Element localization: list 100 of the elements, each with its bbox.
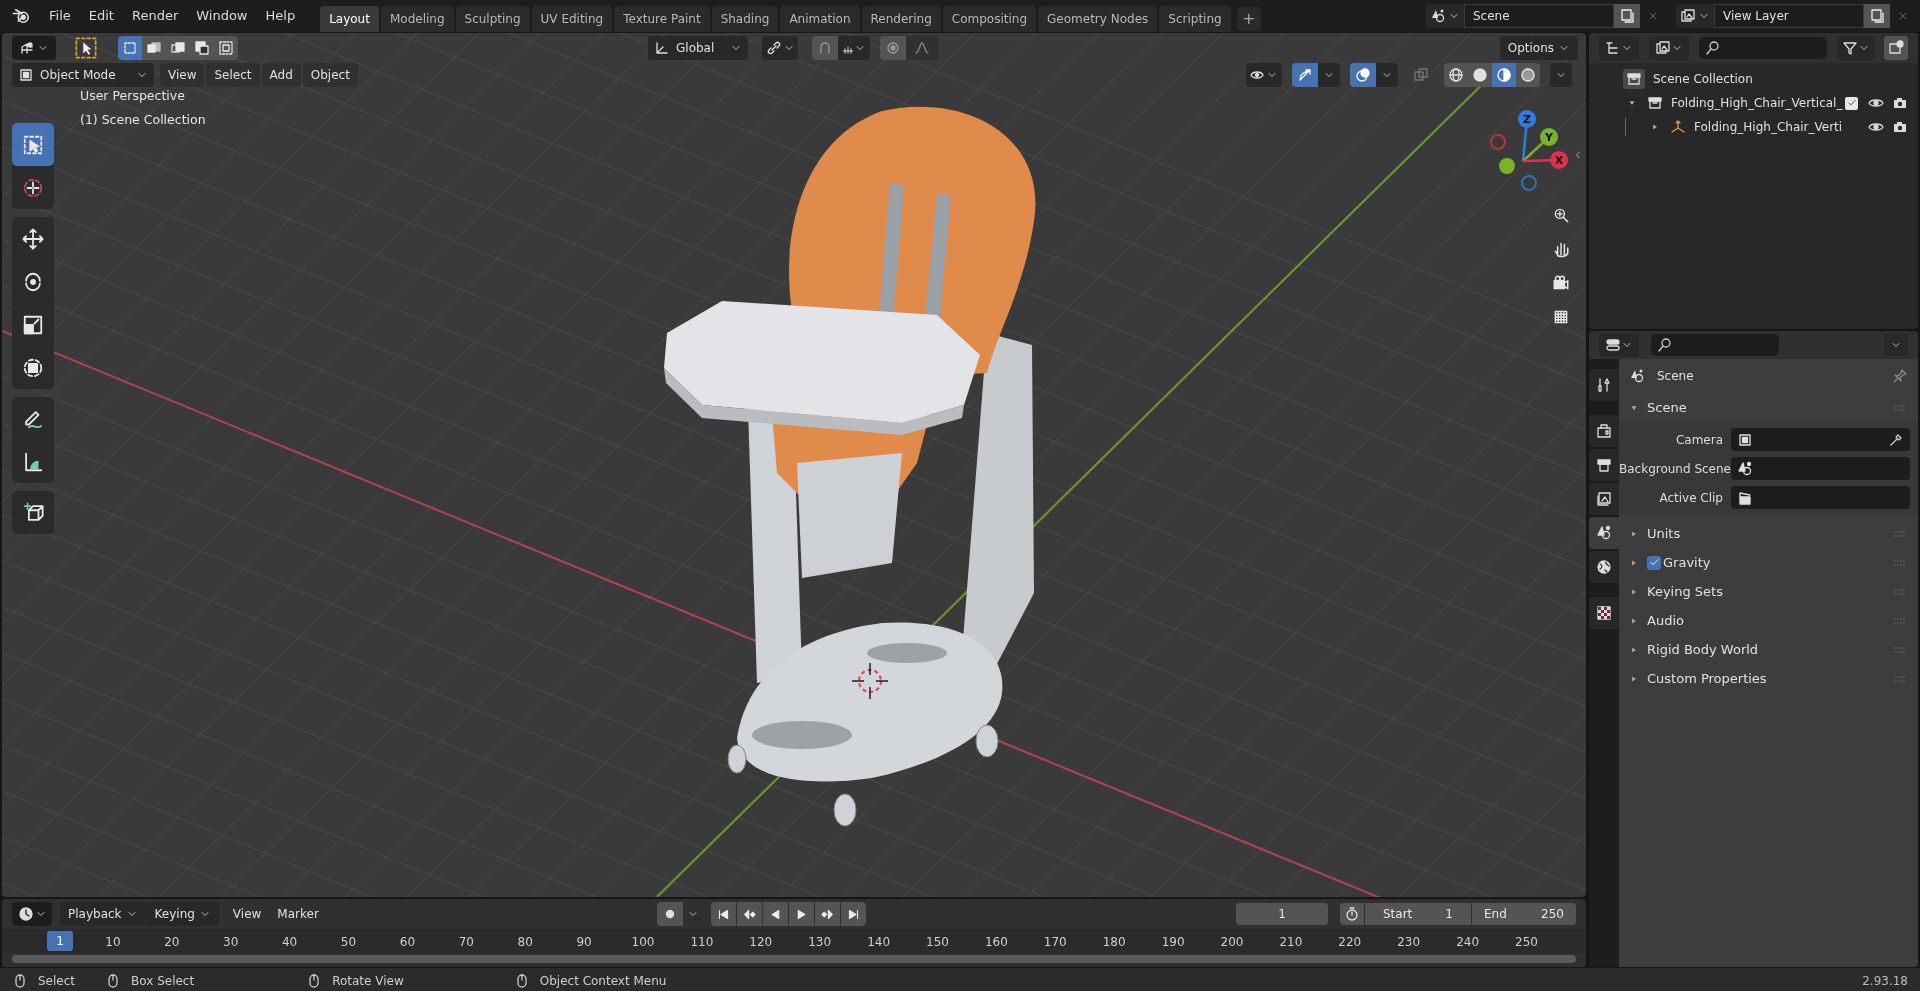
menu-item[interactable]: Window [187, 4, 257, 28]
workspace-tab[interactable]: Rendering [861, 6, 941, 32]
overlays-dropdown[interactable] [1376, 63, 1398, 87]
playback-button[interactable] [710, 902, 736, 926]
playback-button[interactable] [736, 902, 762, 926]
mode-dropdown[interactable]: Object Mode [12, 63, 154, 87]
start-frame-field[interactable]: Start 1 [1365, 903, 1471, 925]
timeline-dropdown[interactable]: Playback [60, 902, 146, 926]
shading-mode-button[interactable] [1444, 63, 1468, 87]
view-layer-browse-button[interactable] [1676, 4, 1714, 28]
panel-header[interactable]: Scene [1619, 393, 1918, 422]
navigation-gizmo[interactable]: Z Y X [1490, 110, 1568, 191]
panel-header[interactable]: Custom Properties [1619, 664, 1918, 693]
proportional-edit-toggle[interactable] [880, 36, 906, 60]
editor-type-button[interactable] [1599, 333, 1639, 357]
new-collection-button[interactable] [1884, 36, 1908, 60]
playback-button[interactable] [762, 902, 788, 926]
playback-button[interactable] [814, 902, 840, 926]
scene-field[interactable] [1731, 457, 1910, 480]
gizmos-dropdown[interactable] [1318, 63, 1340, 87]
snap-toggle[interactable] [812, 36, 838, 60]
panel-header[interactable]: Rigid Body World [1619, 635, 1918, 664]
properties-tab[interactable] [1589, 551, 1619, 583]
workspace-tab[interactable]: Modeling [380, 6, 454, 32]
search-field[interactable] [1699, 37, 1827, 59]
workspace-tab[interactable]: Scripting [1159, 6, 1231, 32]
display-mode-dropdown[interactable] [1649, 36, 1689, 60]
view-layer-name-field[interactable]: View Layer [1714, 4, 1864, 28]
panel-header[interactable]: Units [1619, 519, 1918, 548]
workspace-tab[interactable]: UV Editing [531, 6, 613, 32]
timeline-dropdown[interactable]: Keying [146, 902, 219, 926]
menu-item[interactable]: Edit [79, 4, 123, 28]
viewport-menu[interactable]: Object [302, 63, 358, 87]
overlays-toggle[interactable] [1350, 63, 1376, 87]
visibility-dropdown[interactable] [1246, 63, 1282, 87]
workspace-tab[interactable]: Layout [320, 6, 379, 32]
workspace-tab[interactable]: Sculpting [455, 6, 530, 32]
gizmos-toggle[interactable] [1292, 63, 1318, 87]
timeline-menu[interactable]: View [224, 902, 270, 926]
checkbox[interactable] [1647, 555, 1661, 570]
options-dropdown[interactable]: Options [1499, 36, 1578, 60]
outliner-row[interactable]: Folding_High_Chair_Verti [1589, 115, 1918, 139]
3d-viewport[interactable]: Z Y X Global Options Object Mode View Select Add Object User Perspective (1) Scene Collection [2, 33, 1586, 897]
panel-header[interactable]: Gravity [1619, 548, 1918, 577]
workspace-tab[interactable]: Geometry Nodes [1038, 6, 1158, 32]
selection-mode-button[interactable] [142, 36, 166, 60]
preview-range-toggle[interactable] [1340, 903, 1364, 925]
editor-type-button[interactable] [12, 902, 52, 926]
current-frame-field[interactable]: 1 [1236, 903, 1328, 925]
properties-tab[interactable] [1589, 517, 1619, 549]
timeline-scrollbar[interactable] [12, 955, 1576, 963]
shading-dropdown[interactable] [1550, 63, 1572, 87]
panel-header[interactable]: Keying Sets [1619, 577, 1918, 606]
timeline-menu[interactable]: Marker [269, 902, 327, 926]
record-button[interactable] [656, 902, 683, 926]
scene-browse-button[interactable] [1426, 4, 1464, 28]
outliner-row[interactable]: Scene Collection [1589, 67, 1918, 91]
playback-button[interactable] [840, 902, 866, 926]
properties-tab[interactable] [1589, 449, 1619, 481]
viewport-menu[interactable]: View [160, 63, 205, 87]
editor-type-button[interactable] [12, 36, 56, 60]
properties-tab[interactable] [1589, 483, 1619, 515]
outliner-row[interactable]: Folding_High_Chair_Vertical_ [1589, 91, 1918, 115]
scene-name-field[interactable]: Scene [1464, 4, 1614, 28]
search-field[interactable] [1651, 334, 1779, 356]
workspace-tab[interactable]: Animation [780, 6, 860, 32]
shading-mode-button[interactable] [1492, 63, 1516, 87]
workspace-tab[interactable]: Compositing [942, 6, 1037, 32]
playback-button[interactable] [788, 902, 814, 926]
filter-dropdown[interactable] [1838, 36, 1874, 60]
viewport-menu[interactable]: Add [261, 63, 301, 87]
viewport-menu[interactable]: Select [206, 63, 260, 87]
falloff-dropdown[interactable] [906, 36, 938, 60]
menu-item[interactable]: Render [122, 4, 188, 28]
tool-button[interactable] [12, 491, 54, 534]
selection-mode-button[interactable] [214, 36, 238, 60]
pivot-dropdown[interactable] [762, 36, 798, 60]
new-view-layer-button[interactable] [1864, 4, 1890, 28]
playhead-frame[interactable]: 1 [47, 931, 73, 951]
editor-type-button[interactable] [1599, 36, 1639, 60]
shading-mode-button[interactable] [1468, 63, 1492, 87]
snap-dropdown[interactable] [838, 36, 870, 60]
options-dropdown[interactable] [1884, 334, 1908, 356]
new-scene-button[interactable] [1614, 4, 1640, 28]
properties-tab[interactable] [1589, 415, 1619, 447]
properties-tab[interactable] [1589, 597, 1619, 629]
menu-item[interactable]: Help [256, 4, 305, 28]
orientation-dropdown[interactable]: Global [648, 36, 748, 60]
properties-tab[interactable] [1589, 369, 1619, 401]
menu-item[interactable]: File [40, 4, 80, 28]
checkbox[interactable] [1845, 96, 1858, 110]
end-frame-field[interactable]: End 250 [1472, 903, 1576, 925]
add-workspace-button[interactable]: + [1236, 7, 1261, 31]
camera-field[interactable] [1731, 428, 1910, 451]
shading-mode-button[interactable] [1516, 63, 1540, 87]
workspace-tab[interactable]: Shading [711, 6, 779, 32]
clip-field[interactable] [1731, 486, 1910, 509]
active-tool-button[interactable] [72, 36, 100, 60]
panel-header[interactable]: Audio [1619, 606, 1918, 635]
workspace-tab[interactable]: Texture Paint [614, 6, 710, 32]
